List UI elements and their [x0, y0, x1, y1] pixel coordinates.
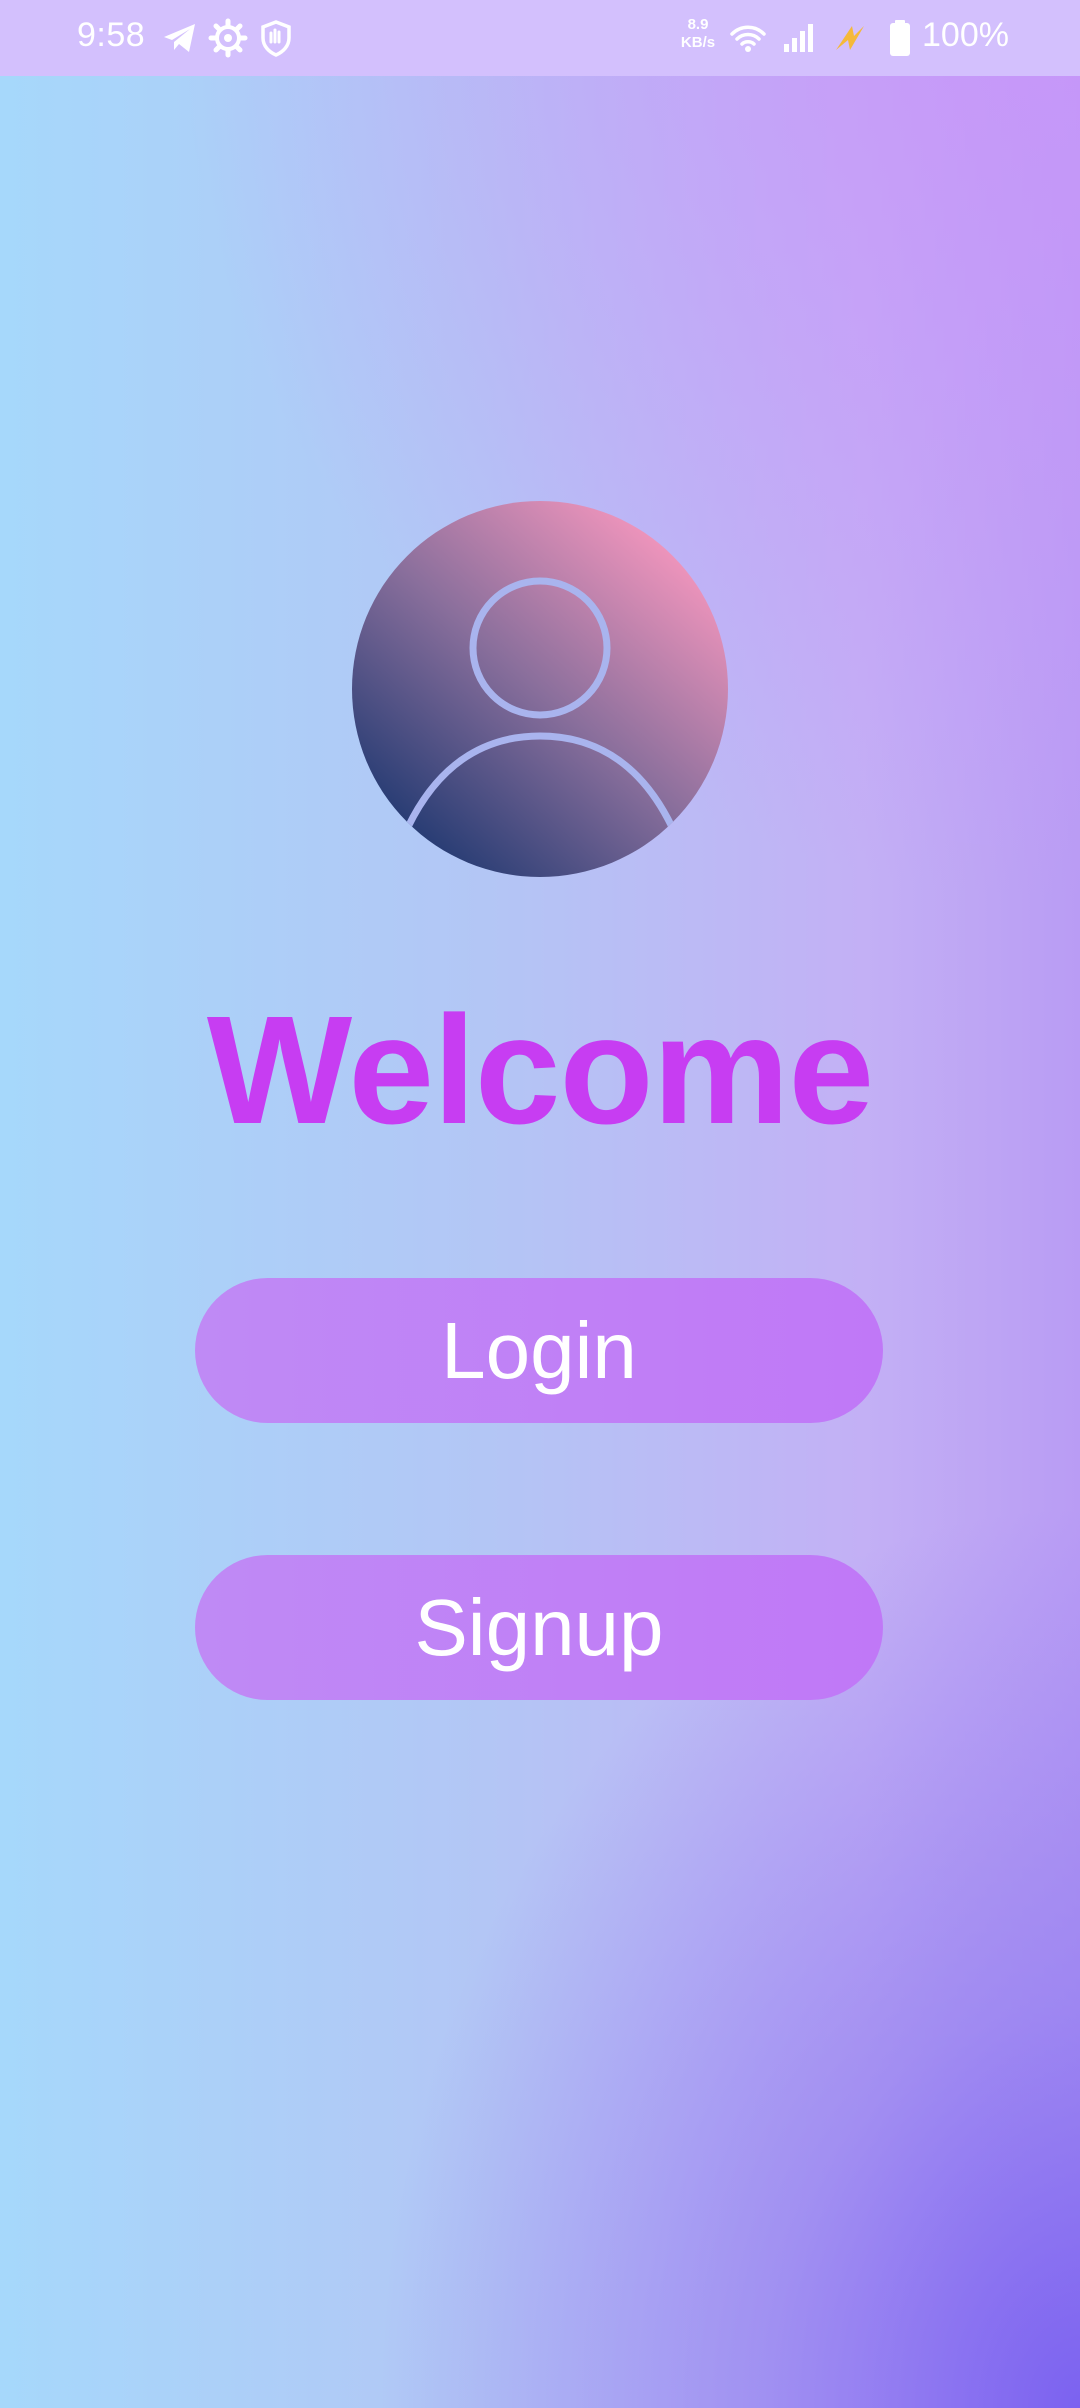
gear-icon: [208, 18, 248, 58]
battery-icon: [880, 18, 920, 58]
network-speed: 8.9 KB/s: [676, 16, 720, 52]
signup-button-label: Signup: [414, 1582, 664, 1672]
login-button-label: Login: [441, 1305, 637, 1395]
wifi-icon: [728, 18, 768, 58]
telegram-icon: [160, 18, 200, 58]
battery-percent: 100%: [922, 16, 1009, 54]
login-button[interactable]: Login: [195, 1278, 883, 1423]
shield-hand-icon: [256, 18, 296, 58]
user-profile-icon: [352, 501, 728, 877]
status-bar: 9:58 8.9 KB/s 100%: [0, 0, 1080, 76]
signal-icon: [778, 18, 818, 58]
network-speed-unit: KB/s: [680, 34, 716, 51]
status-time: 9:58: [77, 16, 146, 54]
network-speed-value: 8.9: [687, 16, 709, 33]
signup-button[interactable]: Signup: [195, 1555, 883, 1700]
charging-flash-icon: [830, 18, 870, 58]
page-title: Welcome: [206, 984, 874, 1156]
